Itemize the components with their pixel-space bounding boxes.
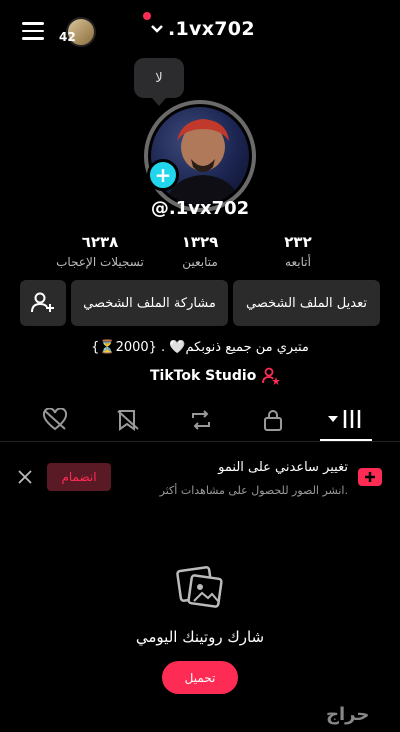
promo-photo-icon <box>358 466 382 490</box>
tab-liked[interactable] <box>42 407 68 436</box>
stat-followers[interactable]: ١٣٢٩ متابعين <box>150 233 250 269</box>
profile-handle: @.1vx702 <box>150 198 250 219</box>
tab-favorites[interactable] <box>115 408 141 436</box>
tabs-divider <box>0 441 400 442</box>
tab-private[interactable] <box>262 408 284 436</box>
story-note-bubble[interactable]: لا <box>134 58 184 98</box>
profile-avatar[interactable] <box>144 100 256 212</box>
stat-likes[interactable]: ٦٢٣٨ تسجيلات الإعجاب <box>50 233 150 269</box>
likes-count: ٦٢٣٨ <box>81 233 119 251</box>
following-label: أتابعه <box>285 255 311 269</box>
notification-count: 42 <box>59 30 76 44</box>
promo-title-text: تغيير ساعدني على النمو <box>218 460 348 475</box>
story-note-text: لا <box>155 70 163 86</box>
menu-icon[interactable] <box>22 22 44 45</box>
repost-icon <box>192 410 210 430</box>
upload-button[interactable]: تحميل <box>162 661 238 694</box>
promo-subtitle: انشر الصور للحصول على مشاهدات أكثر. <box>159 484 348 497</box>
tiktok-studio-link[interactable]: TikTok Studio <box>150 367 281 385</box>
likes-label: تسجيلات الإعجاب <box>56 255 144 269</box>
profile-bio: متبري من جميع ذنوبكم🤍 . {2000⏳} <box>91 340 309 355</box>
close-icon <box>18 470 32 484</box>
join-button[interactable]: انضمام <box>47 463 111 491</box>
edit-profile-button[interactable]: تعديل الملف الشخصي <box>233 280 380 326</box>
tab-videos[interactable] <box>328 408 363 430</box>
add-friend-button[interactable] <box>20 280 66 326</box>
stat-following[interactable]: ٢٣٢ أتابعه <box>248 233 348 269</box>
bookmark-hidden-icon <box>117 410 139 431</box>
account-switcher[interactable]: .1vx702 <box>150 18 255 40</box>
chevron-down-icon <box>151 25 163 33</box>
lock-icon <box>264 410 282 431</box>
tab-reposts[interactable] <box>188 408 214 436</box>
photos-icon <box>176 563 224 615</box>
caret-down-icon <box>328 416 338 422</box>
share-profile-button[interactable]: مشاركة الملف الشخصي <box>71 280 228 326</box>
heart-hidden-icon <box>42 407 68 431</box>
close-promo-button[interactable] <box>18 469 32 488</box>
bubble-tail <box>152 98 166 106</box>
add-story-button[interactable]: + <box>147 159 179 191</box>
watermark: حراج <box>326 704 370 725</box>
add-user-icon <box>31 292 54 313</box>
grid-icon <box>343 410 361 428</box>
studio-person-icon <box>262 367 281 385</box>
followers-count: ١٣٢٩ <box>181 233 219 251</box>
tiktok-studio-label: TikTok Studio <box>150 368 257 384</box>
empty-state-title: شارك روتينك اليومي <box>135 628 265 646</box>
followers-label: متابعين <box>182 255 218 269</box>
following-count: ٢٣٢ <box>284 233 312 251</box>
top-username: .1vx702 <box>168 18 255 40</box>
